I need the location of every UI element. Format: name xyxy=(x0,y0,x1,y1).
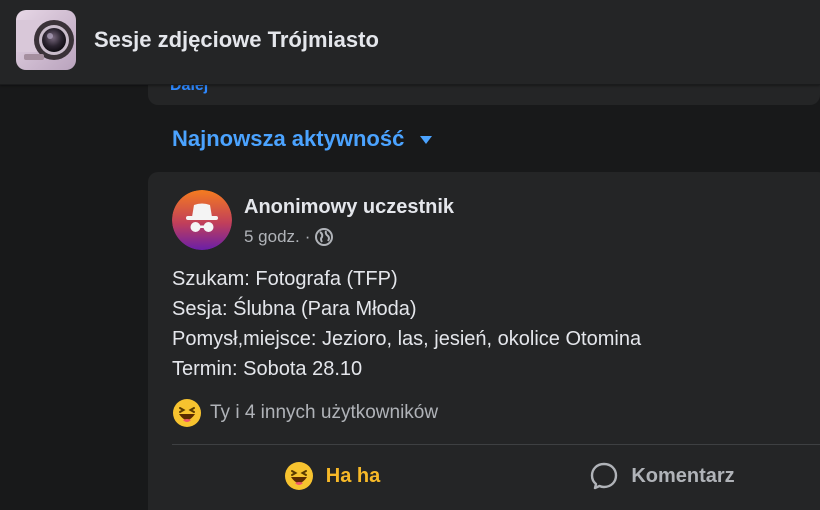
post-body: Szukam: Fotografa (TFP) Sesja: Ślubna (P… xyxy=(172,264,812,384)
incognito-icon xyxy=(172,190,232,250)
activity-sort-label: Najnowsza aktywność xyxy=(172,126,405,151)
globe-icon xyxy=(315,228,334,246)
post-meta: 5 godz. · xyxy=(244,226,334,248)
caret-down-icon xyxy=(420,135,433,144)
previous-card: Dalej xyxy=(148,85,820,105)
previous-card-link[interactable]: Dalej xyxy=(170,85,208,95)
app-root: Sesje zdjęciowe Trójmiasto Dalej Najnows… xyxy=(0,0,820,510)
author-name[interactable]: Anonimowy uczestnik xyxy=(244,196,454,219)
post-time[interactable]: 5 godz. xyxy=(244,227,300,247)
haha-emoji-icon xyxy=(284,462,313,490)
reactions-summary[interactable]: Ty i 4 innych użytkowników xyxy=(172,398,438,428)
comment-button-label: Komentarz xyxy=(631,464,735,487)
author-avatar[interactable] xyxy=(172,190,232,250)
haha-reaction-button[interactable]: Ha ha xyxy=(172,454,492,498)
post-line: Pomysł,miejsce: Jezioro, las, jesień, ok… xyxy=(172,328,642,350)
comment-icon xyxy=(591,462,618,490)
haha-button-label: Ha ha xyxy=(325,464,381,487)
meta-separator: · xyxy=(304,227,311,246)
left-rail xyxy=(0,85,148,510)
group-thumbnail[interactable] xyxy=(16,10,76,70)
group-title[interactable]: Sesje zdjęciowe Trójmiasto xyxy=(94,27,379,53)
post-line: Termin: Sobota 28.10 xyxy=(172,358,363,380)
haha-emoji-icon xyxy=(173,399,201,427)
actions-divider xyxy=(172,444,820,445)
group-header: Sesje zdjęciowe Trójmiasto xyxy=(0,0,820,85)
post-line: Sesja: Ślubna (Para Młoda) xyxy=(172,298,417,320)
post-card: Anonimowy uczestnik 5 godz. · Szukam: Fo… xyxy=(148,172,820,510)
reactions-text: Ty i 4 innych użytkowników xyxy=(210,402,439,423)
comment-button[interactable]: Komentarz xyxy=(502,454,820,498)
activity-sort-dropdown[interactable]: Najnowsza aktywność xyxy=(172,124,433,154)
post-line: Szukam: Fotografa (TFP) xyxy=(172,268,398,290)
post-actions: Ha ha Komentarz xyxy=(172,454,820,498)
